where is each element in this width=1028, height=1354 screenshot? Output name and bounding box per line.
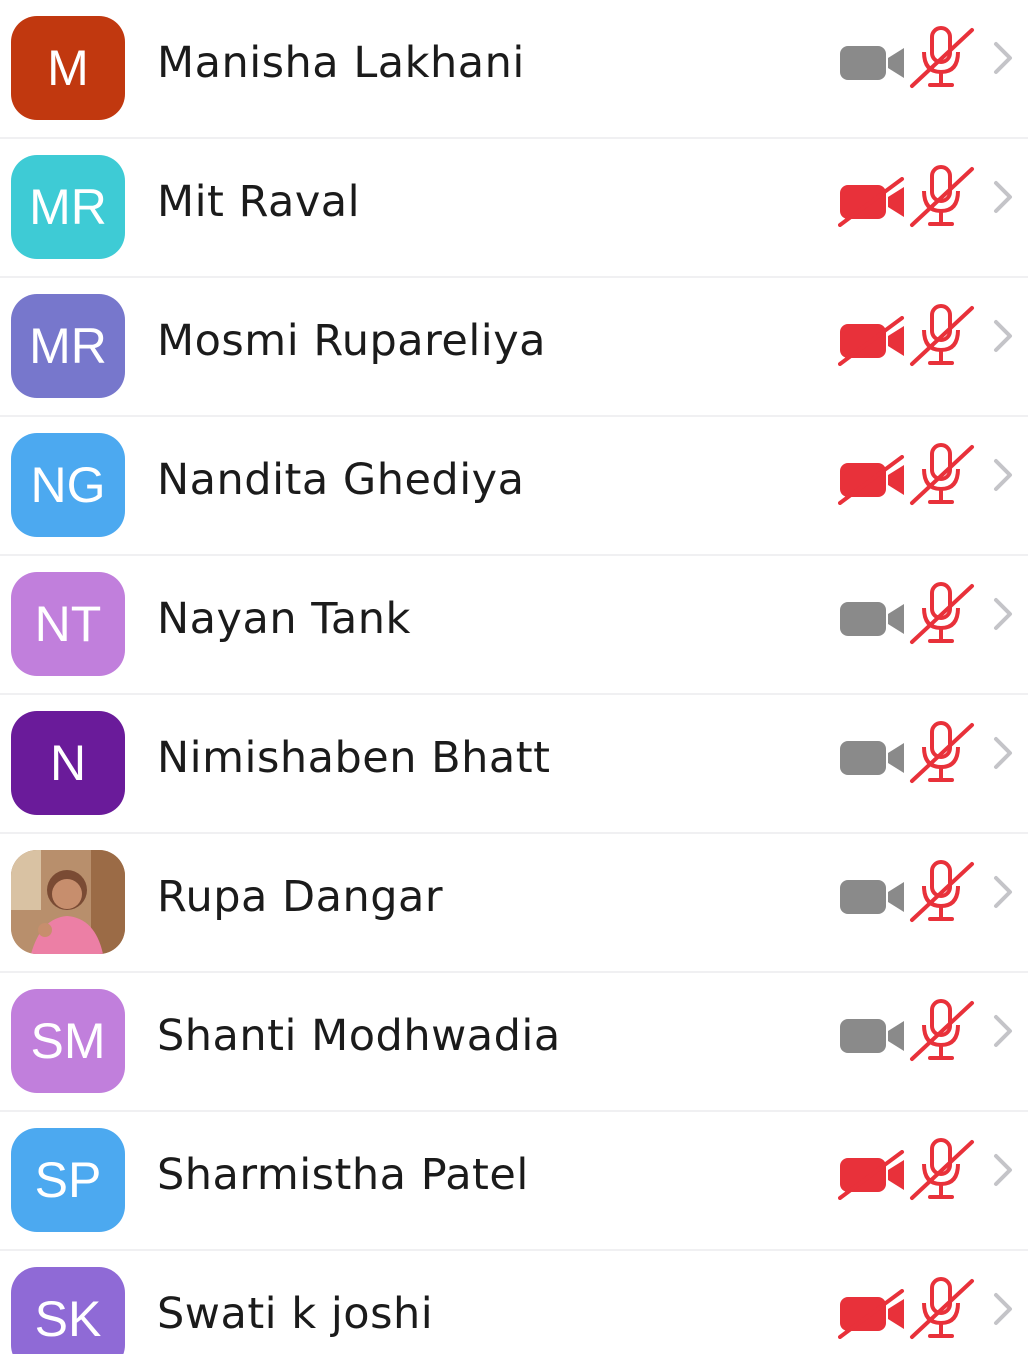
microphone-muted-icon[interactable]	[908, 443, 976, 507]
chevron-right-icon[interactable]	[990, 1291, 1016, 1327]
participant-avatar: MR	[11, 155, 125, 259]
video-camera-icon[interactable]	[838, 38, 908, 88]
participant-name: Nimishaben Bhatt	[157, 733, 551, 783]
video-off-icon[interactable]	[838, 316, 908, 366]
profile-photo	[11, 850, 125, 954]
participant-name: Mosmi Rupareliya	[157, 316, 547, 366]
participant-avatar: SK	[11, 1267, 125, 1354]
video-off-icon[interactable]	[838, 177, 908, 227]
participant-avatar: SP	[11, 1128, 125, 1232]
chevron-right-icon[interactable]	[990, 457, 1016, 493]
participant-row[interactable]: NT Nayan Tank	[0, 556, 1028, 695]
participant-row[interactable]: M Manisha Lakhani	[0, 0, 1028, 139]
chevron-right-icon[interactable]	[990, 318, 1016, 354]
chevron-right-icon[interactable]	[990, 596, 1016, 632]
participant-avatar-photo	[11, 850, 125, 954]
participant-name: Nandita Ghediya	[157, 455, 525, 505]
chevron-right-icon[interactable]	[990, 40, 1016, 76]
participant-avatar: M	[11, 16, 125, 120]
participant-name: Mit Raval	[157, 177, 361, 227]
video-camera-icon[interactable]	[838, 594, 908, 644]
participant-avatar: N	[11, 711, 125, 815]
participant-avatar: NT	[11, 572, 125, 676]
participant-row[interactable]: MR Mosmi Rupareliya	[0, 278, 1028, 417]
microphone-muted-icon[interactable]	[908, 26, 976, 90]
participant-row[interactable]: SK Swati k joshi	[0, 1251, 1028, 1354]
microphone-muted-icon[interactable]	[908, 999, 976, 1063]
chevron-right-icon[interactable]	[990, 735, 1016, 771]
video-camera-icon[interactable]	[838, 1011, 908, 1061]
participant-name: Nayan Tank	[157, 594, 411, 644]
microphone-muted-icon[interactable]	[908, 721, 976, 785]
chevron-right-icon[interactable]	[990, 1152, 1016, 1188]
participant-name: Manisha Lakhani	[157, 38, 525, 88]
participant-name: Sharmistha Patel	[157, 1150, 529, 1200]
participant-name: Shanti Modhwadia	[157, 1011, 561, 1061]
microphone-muted-icon[interactable]	[908, 165, 976, 229]
chevron-right-icon[interactable]	[990, 874, 1016, 910]
participant-avatar: NG	[11, 433, 125, 537]
video-camera-icon[interactable]	[838, 872, 908, 922]
video-camera-icon[interactable]	[838, 733, 908, 783]
video-off-icon[interactable]	[838, 455, 908, 505]
chevron-right-icon[interactable]	[990, 1013, 1016, 1049]
participant-row[interactable]: Rupa Dangar	[0, 834, 1028, 973]
microphone-muted-icon[interactable]	[908, 860, 976, 924]
participant-avatar: MR	[11, 294, 125, 398]
participant-row[interactable]: MR Mit Raval	[0, 139, 1028, 278]
microphone-muted-icon[interactable]	[908, 304, 976, 368]
participant-row[interactable]: SM Shanti Modhwadia	[0, 973, 1028, 1112]
participant-list: M Manisha Lakhani MR Mit Raval MR Mosmi …	[0, 0, 1028, 1354]
participant-avatar: SM	[11, 989, 125, 1093]
microphone-muted-icon[interactable]	[908, 1138, 976, 1202]
participant-row[interactable]: N Nimishaben Bhatt	[0, 695, 1028, 834]
video-off-icon[interactable]	[838, 1150, 908, 1200]
participant-name: Rupa Dangar	[157, 872, 444, 922]
participant-row[interactable]: SP Sharmistha Patel	[0, 1112, 1028, 1251]
participant-name: Swati k joshi	[157, 1289, 434, 1339]
participant-row[interactable]: NG Nandita Ghediya	[0, 417, 1028, 556]
microphone-muted-icon[interactable]	[908, 1277, 976, 1341]
video-off-icon[interactable]	[838, 1289, 908, 1339]
chevron-right-icon[interactable]	[990, 179, 1016, 215]
microphone-muted-icon[interactable]	[908, 582, 976, 646]
